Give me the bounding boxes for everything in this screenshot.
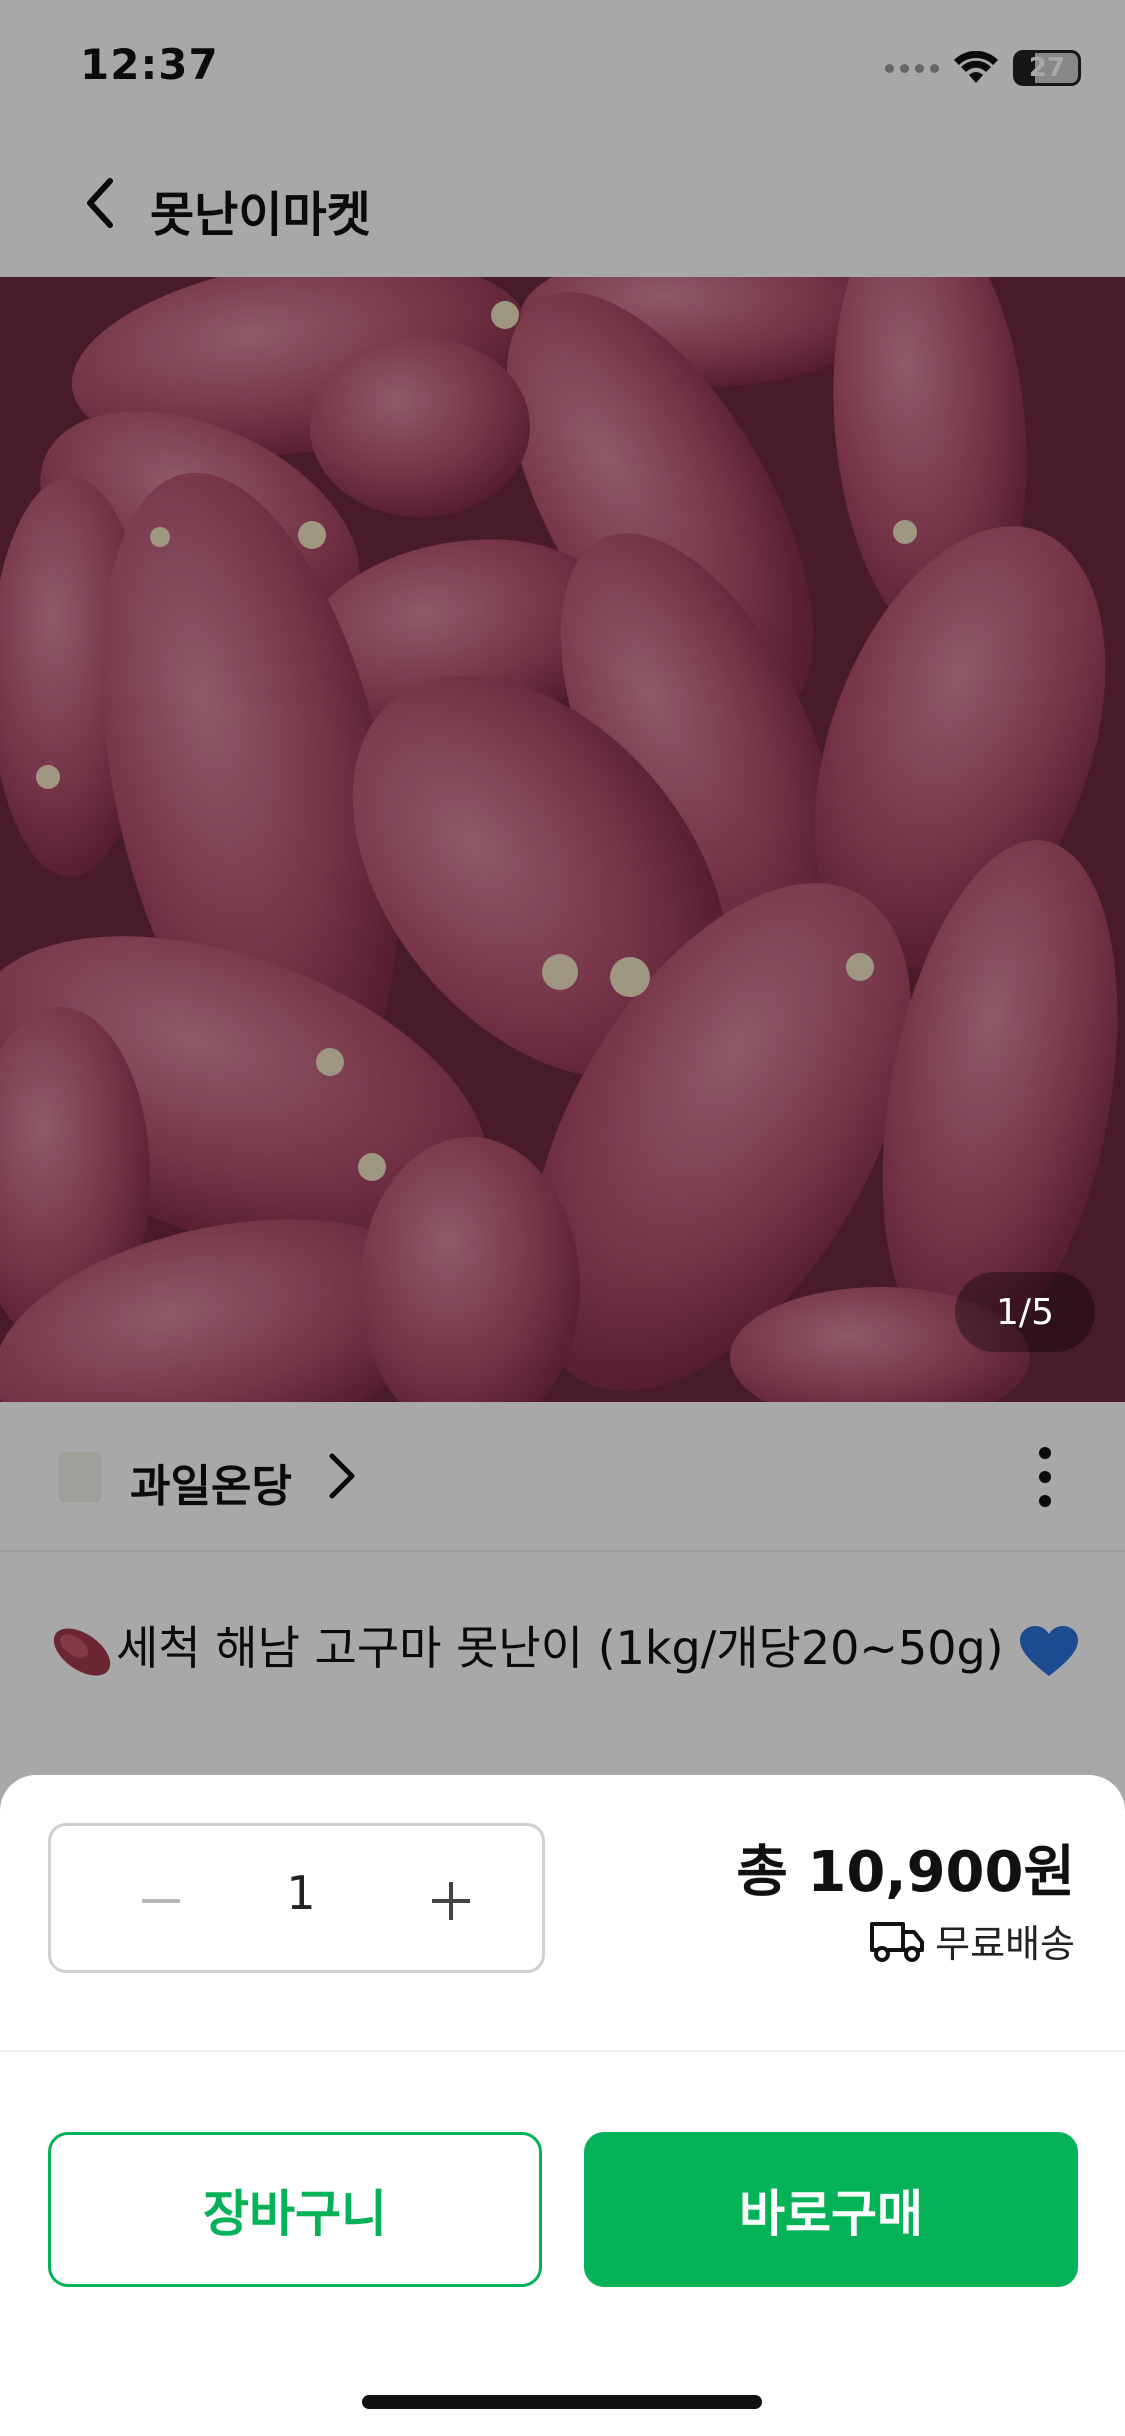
nav-bar: 못난이마켓 [0,135,1125,277]
shipping-info: 무료배송 [869,1913,1075,1968]
decrement-button[interactable] [121,1861,201,1941]
more-vertical-icon[interactable] [1035,1447,1055,1507]
sweet-potato-icon [53,1627,111,1676]
blue-heart-icon [1020,1625,1079,1676]
minus-icon [142,1899,180,1903]
chevron-right-icon[interactable] [320,1448,364,1504]
quantity-value: 1 [286,1866,316,1920]
divider [0,2050,1125,2052]
status-bar: 12:37 27 [0,0,1125,135]
increment-button[interactable] [411,1861,491,1941]
wifi-icon [954,51,998,83]
image-page-indicator: 1/5 [955,1272,1095,1352]
product-image-carousel[interactable] [0,277,1125,1402]
shipping-label: 무료배송 [935,1922,1075,1966]
chevron-left-icon [87,178,113,228]
seller-logo [58,1452,102,1502]
status-time: 12:37 [80,40,219,89]
truck-icon [870,1921,925,1962]
purchase-sheet: 1 총 10,900원 무료배송 장바구니 바로구매 [0,1775,1125,2436]
seller-row[interactable]: 과일온당 [0,1402,1125,1552]
total-price: 총 10,900원 [736,1840,1075,1905]
cellular-signal-icon [885,63,939,73]
back-button[interactable] [70,173,130,233]
quantity-stepper: 1 [48,1823,545,1973]
page-title: 못난이마켓 [150,187,371,243]
add-to-cart-button[interactable]: 장바구니 [48,2132,542,2287]
battery-level: 27 [1028,53,1066,83]
buy-now-button[interactable]: 바로구매 [584,2132,1078,2287]
product-image [0,277,1125,1402]
product-title: 세척 해남 고구마 못난이 (1kg/개당20~50g) [48,1605,1088,1691]
product-title-text: 세척 해남 고구마 못난이 (1kg/개당20~50g) [116,1621,1004,1675]
battery-icon: 27 [1013,50,1081,86]
seller-name[interactable]: 과일온당 [130,1450,292,1514]
status-indicators: 27 [885,50,1081,86]
home-indicator[interactable] [362,2395,762,2409]
product-page: 12:37 27 못난이마켓 과일온당 세척 해남 고구마 못난이 (1kg/개… [0,0,1125,2436]
